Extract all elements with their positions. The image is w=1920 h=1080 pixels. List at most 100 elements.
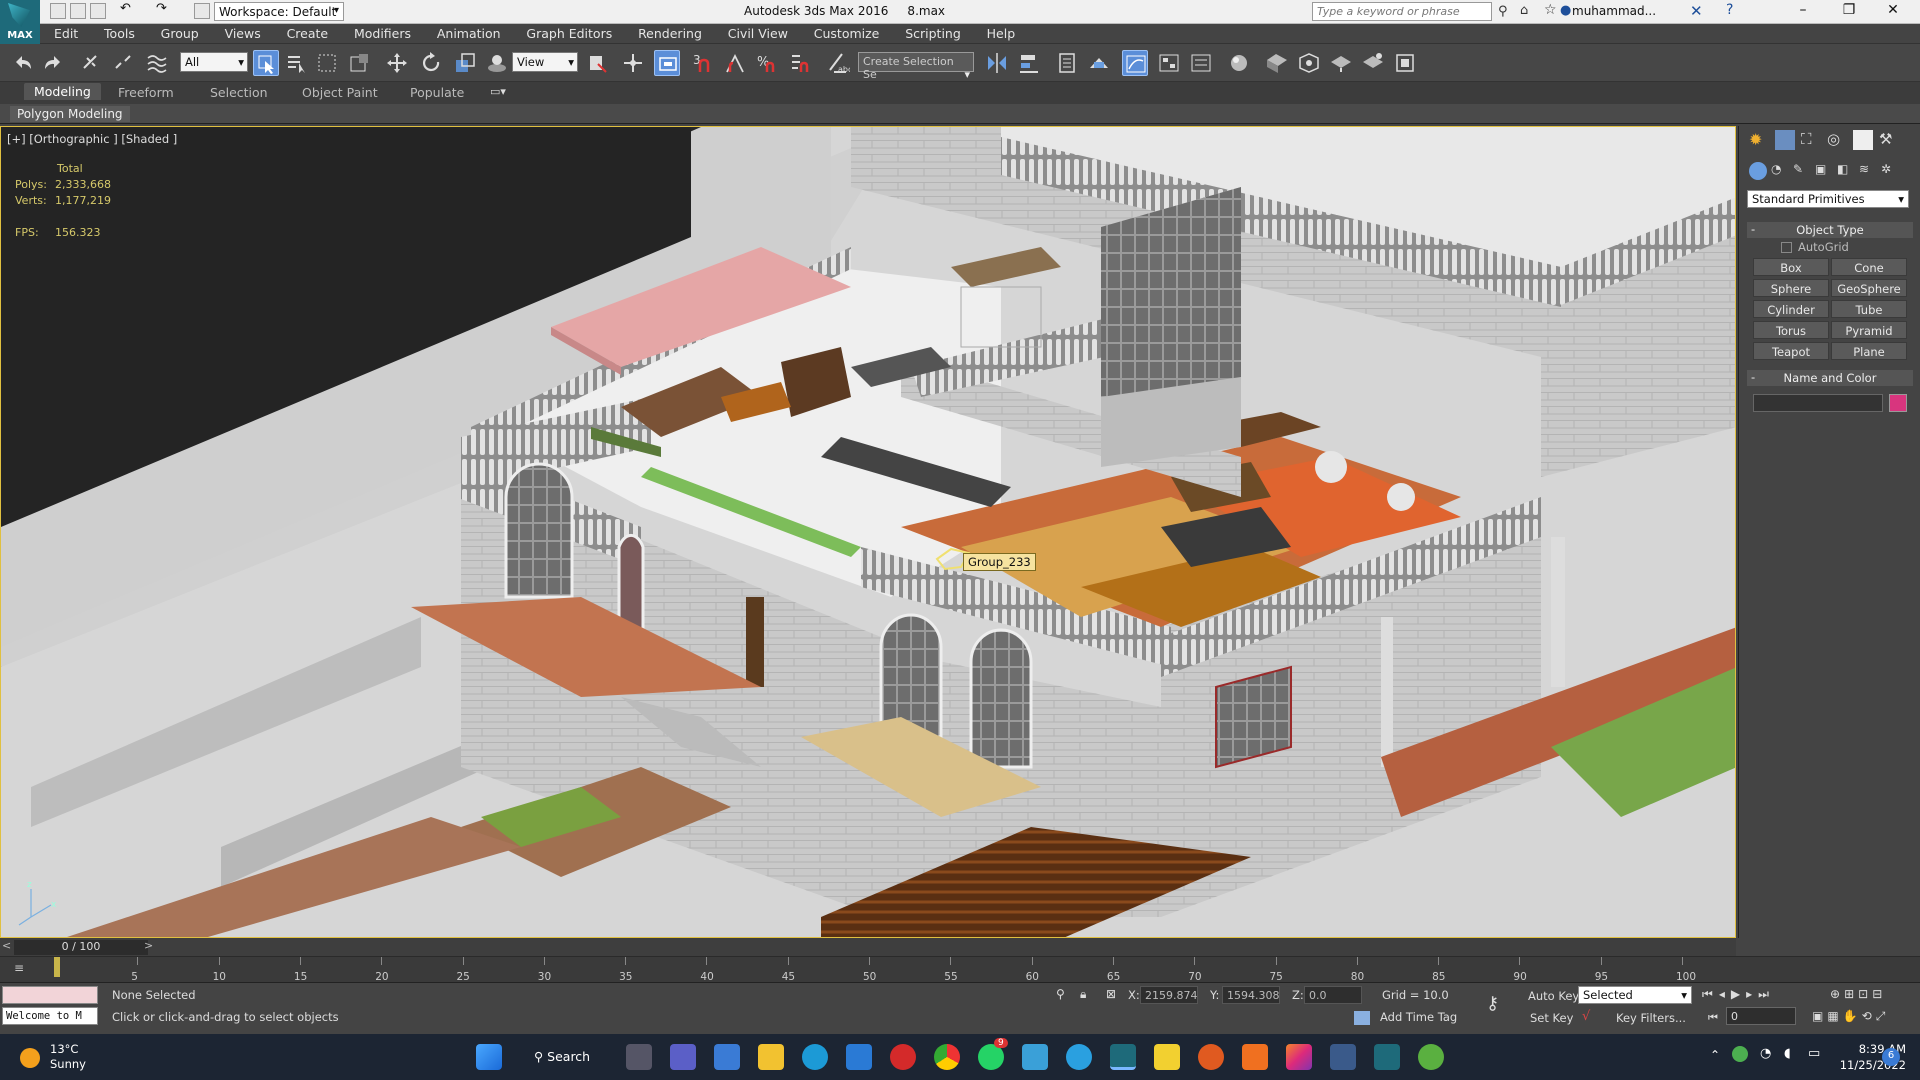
app-extra-icon[interactable] (1418, 1044, 1444, 1070)
instagram-icon[interactable] (1286, 1044, 1312, 1070)
redo-small-icon[interactable]: ↷ (156, 1, 172, 17)
time-tag-icon[interactable] (1354, 1011, 1370, 1025)
exchange-apps-icon[interactable]: ✕ (1690, 2, 1703, 20)
material-editor-icon[interactable] (1188, 50, 1214, 76)
unlink-icon[interactable] (110, 50, 136, 76)
menu-animation[interactable]: Animation (423, 24, 509, 41)
render-in-cloud-icon[interactable] (1392, 50, 1418, 76)
chrome-browser-icon[interactable] (934, 1044, 960, 1070)
link-icon[interactable] (78, 50, 104, 76)
tab-populate[interactable]: Populate (410, 85, 464, 100)
undo-small-icon[interactable]: ↶ (120, 1, 136, 17)
keyboard-shortcut-override-icon[interactable] (654, 50, 680, 76)
default-in-out-tangent-icon[interactable]: √ (1582, 1009, 1590, 1024)
select-manipulate-icon[interactable] (620, 50, 646, 76)
menu-scripting[interactable]: Scripting (891, 24, 969, 41)
menu-edit[interactable]: Edit (40, 24, 86, 41)
grammarly-icon[interactable] (1198, 1044, 1224, 1070)
wifi-icon[interactable]: ◔ (1760, 1046, 1771, 1061)
tab-freeform[interactable]: Freeform (118, 85, 174, 100)
edit-named-selections-icon[interactable]: abc (824, 50, 852, 76)
primitive-category-dropdown[interactable]: Standard Primitives ▾ (1747, 190, 1909, 208)
pan-icon[interactable]: ✋ (1843, 1009, 1862, 1023)
ribbon-options-icon[interactable]: ▭▾ (490, 85, 514, 99)
zoom-all-icon[interactable]: ⊞ (1844, 987, 1858, 1001)
torus-button[interactable]: Torus (1753, 321, 1829, 339)
edge-browser-icon[interactable] (802, 1044, 828, 1070)
polygon-modeling-panel[interactable]: Polygon Modeling (10, 106, 130, 122)
windows-start-icon[interactable] (476, 1044, 502, 1070)
rendered-frame-window-icon[interactable] (1296, 50, 1322, 76)
volume-icon[interactable]: ◖ (1784, 1046, 1791, 1061)
layer-explorer-icon[interactable] (1054, 50, 1080, 76)
space-warps-icon[interactable]: ≋ (1859, 162, 1877, 180)
undo-icon[interactable] (10, 50, 36, 76)
set-key-button[interactable]: Set Key (1530, 1011, 1573, 1025)
utilities-tab-icon[interactable]: ⚒ (1879, 130, 1899, 150)
toggle-ribbon-icon[interactable] (1086, 50, 1112, 76)
menu-customize[interactable]: Customize (800, 24, 888, 41)
user-account-menu[interactable]: muhammad... (1572, 4, 1656, 18)
notification-badge[interactable]: 6 (1882, 1048, 1900, 1066)
orbit-icon[interactable]: ⟲ (1862, 1009, 1876, 1023)
cameras-icon[interactable]: ▣ (1815, 162, 1833, 180)
prev-key-icon[interactable]: ◂ (1719, 987, 1731, 1001)
zoom-extents-all-icon[interactable]: ⊟ (1872, 987, 1886, 1001)
key-filter-selection-dropdown[interactable]: Selected ▾ (1578, 986, 1692, 1004)
zoom-extents-icon[interactable]: ⊡ (1858, 987, 1872, 1001)
maxscript-mini-listener[interactable]: Welcome to M (2, 1007, 98, 1025)
menu-tools[interactable]: Tools (90, 24, 143, 41)
modify-tab-icon[interactable] (1775, 130, 1795, 150)
shapes-icon[interactable]: ◔ (1771, 162, 1789, 180)
render-iterative-icon[interactable] (1360, 50, 1386, 76)
maximize-button[interactable]: ❐ (1834, 2, 1864, 22)
isolate-selection-icon[interactable]: ⚲ (1056, 987, 1065, 1001)
rollout-object-type[interactable]: - Object Type (1747, 222, 1913, 238)
mirror-icon[interactable] (984, 50, 1010, 76)
app-shield-icon[interactable] (1022, 1044, 1048, 1070)
zoom-icon[interactable]: ⊕ (1830, 987, 1844, 1001)
current-frame-field[interactable]: 0 (1726, 1007, 1796, 1025)
battery-icon[interactable]: ▭ (1808, 1046, 1820, 1061)
help-icon[interactable]: ? (1726, 2, 1733, 18)
mini-curve-editor-icon[interactable]: ≡ (14, 961, 32, 977)
perspective-viewport[interactable]: [+] [Orthographic ] [Shaded ] Total Poly… (0, 126, 1736, 938)
menu-rendering[interactable]: Rendering (624, 24, 710, 41)
track-bar[interactable]: ≡ 5 10 15 20 25 30 35 40 45 50 55 60 65 70 75 80 85 90 95 1… (0, 956, 1920, 983)
absolute-mode-icon[interactable]: ⊠ (1106, 987, 1116, 1001)
percent-snap-icon[interactable]: % (754, 50, 780, 76)
object-color-swatch[interactable] (1889, 394, 1907, 412)
rollout-name-and-color[interactable]: - Name and Color (1747, 370, 1913, 386)
add-time-tag-button[interactable]: Add Time Tag (1376, 1009, 1461, 1026)
play-icon[interactable]: ▶ (1731, 987, 1746, 1001)
helpers-icon[interactable]: ◧ (1837, 162, 1855, 180)
show-hidden-icons-chevron-icon[interactable]: ⌃ (1710, 1048, 1720, 1062)
select-object-icon[interactable] (253, 50, 279, 76)
rectangular-selection-icon[interactable] (314, 50, 340, 76)
selection-lock-icon[interactable]: 🔒︎ (1080, 987, 1086, 1002)
window-crossing-icon[interactable] (346, 50, 372, 76)
save-file-icon[interactable] (90, 3, 106, 19)
goto-start-icon[interactable]: ⏮ (1702, 987, 1719, 1001)
whatsapp-icon[interactable]: 9 (978, 1038, 1008, 1070)
subscription-icon[interactable]: ⌂ (1520, 3, 1528, 18)
render-production-icon[interactable] (1328, 50, 1354, 76)
menu-civil-view[interactable]: Civil View (714, 24, 796, 41)
snaps-toggle-icon[interactable]: 3 (690, 50, 716, 76)
angle-snap-icon[interactable] (722, 50, 748, 76)
teams-chat-icon[interactable] (670, 1044, 696, 1070)
cloud-app-icon[interactable] (1242, 1044, 1268, 1070)
time-slider[interactable]: < 0 / 100 > (0, 938, 1736, 956)
sphere-button[interactable]: Sphere (1753, 279, 1829, 297)
menu-help[interactable]: Help (973, 24, 1024, 41)
auto-key-button[interactable]: Auto Key (1528, 989, 1579, 1003)
microsoft-store-icon[interactable] (846, 1044, 872, 1070)
cone-button[interactable]: Cone (1831, 258, 1907, 276)
lights-icon[interactable]: ✎ (1793, 162, 1811, 180)
telegram-icon[interactable] (1066, 1044, 1092, 1070)
tube-button[interactable]: Tube (1831, 300, 1907, 318)
named-selection-sets-input[interactable]: Create Selection Se ▾ (858, 52, 974, 81)
spinner-snap-icon[interactable] (786, 50, 812, 76)
x-coordinate-field[interactable]: 2159.874 (1140, 986, 1198, 1004)
opera-browser-icon[interactable] (890, 1044, 916, 1070)
